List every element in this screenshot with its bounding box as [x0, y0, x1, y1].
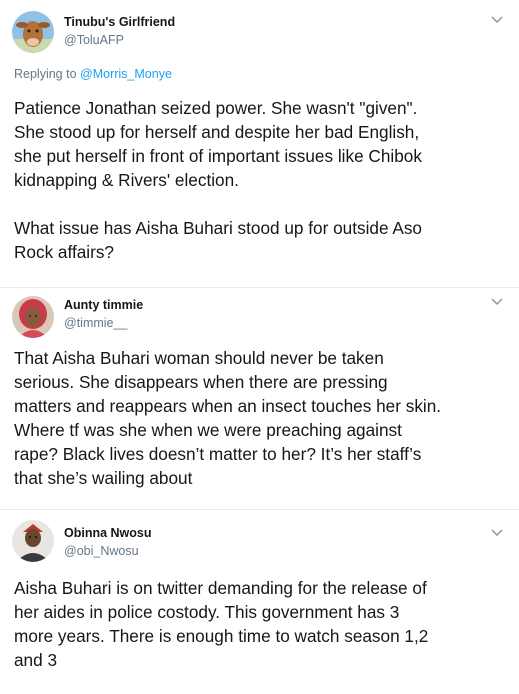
chevron-down-icon[interactable]: [491, 15, 503, 25]
display-name[interactable]: Obinna Nwosu: [64, 526, 152, 540]
avatar[interactable]: [12, 520, 54, 562]
avatar[interactable]: [12, 11, 54, 53]
tweet[interactable]: Obinna Nwosu @obi_Nwosu Aisha Buhari is …: [0, 510, 519, 694]
man-avatar-icon: [12, 520, 54, 562]
tweet-text: Patience Jonathan seized power. She wasn…: [14, 98, 422, 262]
display-name[interactable]: Tinubu's Girlfriend: [64, 15, 175, 29]
chevron-down-icon[interactable]: [491, 528, 503, 538]
replying-to-link[interactable]: @Morris_Monye: [80, 67, 172, 81]
woman-avatar-icon: [12, 296, 54, 338]
user-handle[interactable]: @obi_Nwosu: [64, 544, 139, 558]
replying-to-prefix: Replying to: [14, 67, 81, 81]
replying-to: Replying to @Morris_Monye: [14, 67, 172, 81]
cow-avatar-icon: [12, 11, 54, 53]
avatar[interactable]: [12, 296, 54, 338]
user-handle[interactable]: @timmie__: [64, 316, 127, 330]
display-name[interactable]: Aunty timmie: [64, 298, 143, 312]
tweet[interactable]: Aunty timmie @timmie__ That Aisha Buhari…: [0, 288, 519, 510]
tweet-text: That Aisha Buhari woman should never be …: [14, 348, 442, 488]
chevron-down-icon[interactable]: [491, 297, 503, 307]
tweet[interactable]: Tinubu's Girlfriend @ToluAFP Replying to…: [0, 0, 519, 288]
user-handle[interactable]: @ToluAFP: [64, 33, 124, 47]
tweet-text: Aisha Buhari is on twitter demanding for…: [14, 578, 429, 670]
